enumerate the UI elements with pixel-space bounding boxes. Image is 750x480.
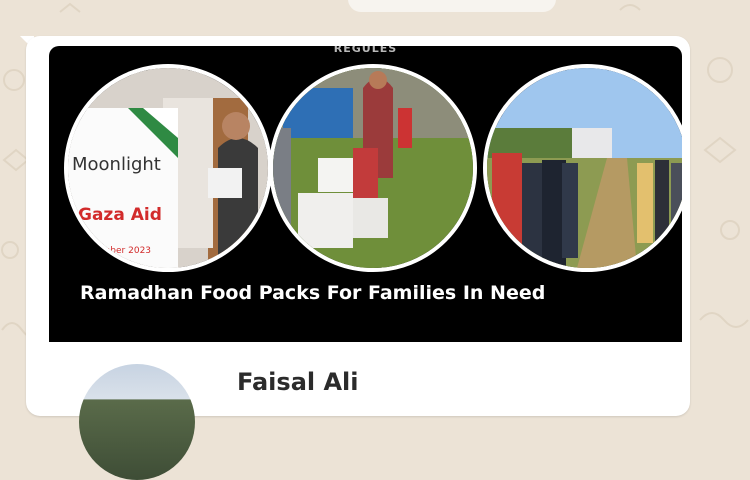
card-title: Ramadhan Food Packs For Families In Need — [80, 282, 546, 304]
banner-campaign-text: Gaza Aid — [78, 205, 162, 225]
author-row[interactable]: Faisal Ali — [49, 342, 682, 480]
photo-volunteer-banner: Moonlight Gaza Aid ember 2023 — [64, 64, 272, 272]
banner-date-text: ember 2023 — [96, 246, 151, 256]
author-name: Faisal Ali — [237, 368, 359, 396]
author-avatar[interactable] — [79, 364, 195, 480]
link-preview-card[interactable]: REGULES Moonlight Gaza Aid ember 2023 Ra… — [49, 46, 682, 342]
photo-food-boxes — [269, 64, 477, 272]
photo-queue — [483, 64, 682, 272]
card-header-text: REGULES — [333, 46, 398, 55]
date-pill — [348, 0, 556, 12]
banner-brand-text: Moonlight — [72, 154, 161, 175]
